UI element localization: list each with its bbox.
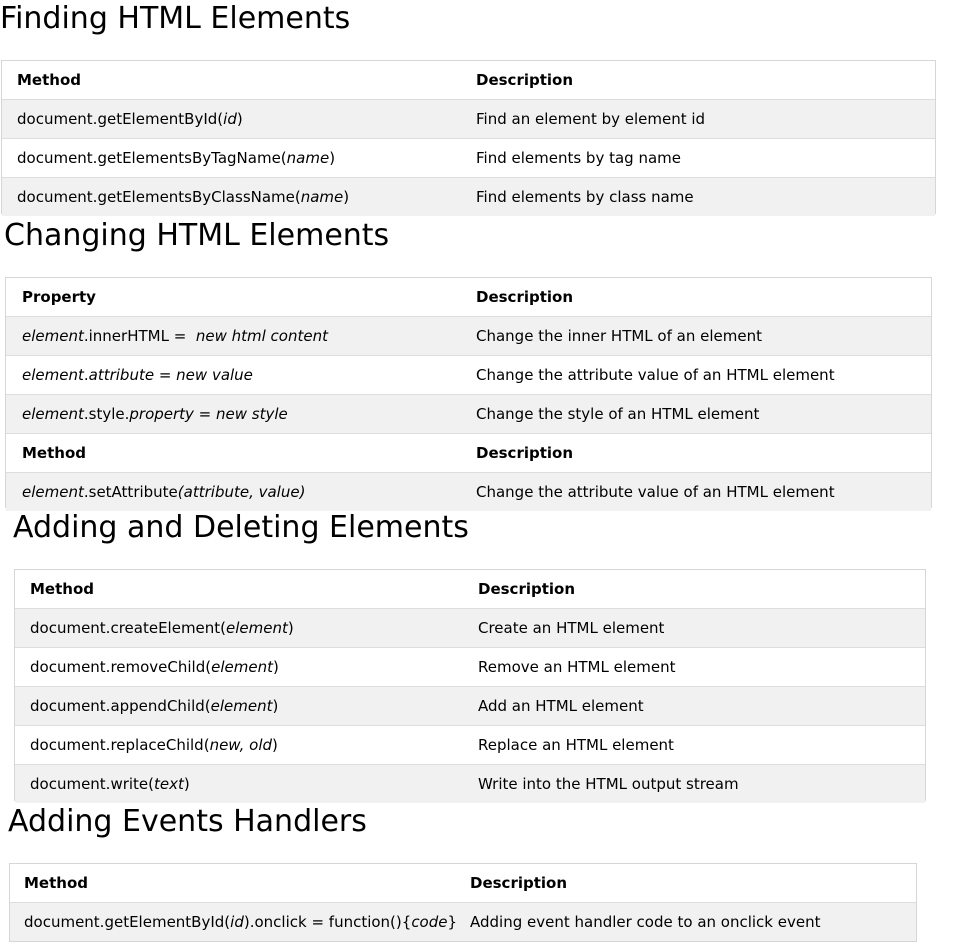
method-cell: document.getElementsByClassName(name) — [17, 188, 350, 206]
table-row: document.replaceChild(new, old) Replace … — [15, 725, 925, 764]
column-header-method: Method — [22, 444, 86, 462]
table-row: document.removeChild(element) Remove an … — [15, 647, 925, 686]
description-cell: Find elements by tag name — [476, 149, 682, 167]
column-header-description: Description — [476, 444, 574, 462]
method-cell: document.getElementsByTagName(name) — [17, 149, 336, 167]
column-header-property: Property — [22, 288, 96, 306]
column-header-method: Method — [24, 874, 88, 892]
method-cell: document.appendChild(element) — [30, 697, 279, 715]
table-header-row: Property Description — [6, 278, 931, 316]
table-row: document.getElementById(id) Find an elem… — [2, 99, 935, 138]
table-row: element. attribute = new value Change the… — [6, 355, 931, 394]
table-row: document.appendChild(element) Add an HTM… — [15, 686, 925, 725]
table-header-row: Method Description — [15, 570, 925, 608]
description-cell: Find an element by element id — [476, 110, 706, 128]
finding-heading: Finding HTML Elements — [0, 1, 351, 36]
description-cell: Adding event handler code to an onclick … — [470, 913, 821, 931]
method-cell: element .setAttribute (attribute, value) — [22, 483, 306, 501]
description-cell: Change the inner HTML of an element — [476, 327, 762, 345]
description-cell: Replace an HTML element — [478, 736, 674, 754]
column-header-description: Description — [476, 288, 574, 306]
events-heading: Adding Events Handlers — [8, 804, 367, 839]
table-row: document.createElement(element) Create a… — [15, 608, 925, 647]
method-cell: document.createElement(element) — [30, 619, 294, 637]
table-header-row: Method Description — [2, 61, 935, 99]
finding-table: Method Description document.getElementBy… — [1, 60, 936, 216]
property-cell: element .innerHTML = new html content — [22, 327, 328, 345]
description-cell: Change the attribute value of an HTML el… — [476, 483, 835, 501]
table-row: document.getElementsByTagName(name) Find… — [2, 138, 935, 177]
changing-heading: Changing HTML Elements — [4, 218, 390, 253]
column-header-description: Description — [476, 71, 574, 89]
description-cell: Create an HTML element — [478, 619, 665, 637]
adding-heading: Adding and Deleting Elements — [13, 510, 469, 545]
method-cell: document.write(text) — [30, 775, 190, 793]
column-header-method: Method — [17, 71, 81, 89]
property-cell: element. attribute = new value — [22, 366, 253, 384]
table-header-row: Method Description — [10, 864, 916, 902]
column-header-method: Method — [30, 580, 94, 598]
table-row: element .style. property = new style Chang… — [6, 394, 931, 433]
method-cell: document.getElementById(id) — [17, 110, 243, 128]
property-cell: element .style. property = new style — [22, 405, 288, 423]
changing-table: Property Description element .innerHTML =… — [5, 277, 932, 511]
description-cell: Change the attribute value of an HTML el… — [476, 366, 835, 384]
table-row: element .innerHTML = new html content Cha… — [6, 316, 931, 355]
description-cell: Remove an HTML element — [478, 658, 676, 676]
table-row: document.getElementById(id).onclick = fu… — [10, 902, 916, 941]
method-cell: document.removeChild(element) — [30, 658, 279, 676]
description-cell: Find elements by class name — [476, 188, 694, 206]
description-cell: Add an HTML element — [478, 697, 644, 715]
adding-table: Method Description document.createElemen… — [14, 569, 926, 803]
method-cell: document.replaceChild(new, old) — [30, 736, 278, 754]
column-header-description: Description — [470, 874, 568, 892]
description-cell: Change the style of an HTML element — [476, 405, 760, 423]
table-row: document.getElementsByClassName(name) Fi… — [2, 177, 935, 216]
method-cell: document.getElementById(id).onclick = fu… — [24, 913, 458, 931]
column-header-description: Description — [478, 580, 576, 598]
events-table: Method Description document.getElementBy… — [9, 863, 917, 942]
table-subheader-row: Method Description — [6, 433, 931, 472]
description-cell: Write into the HTML output stream — [478, 775, 739, 793]
table-row: document.write(text) Write into the HTML… — [15, 764, 925, 803]
table-row: element .setAttribute (attribute, value) C… — [6, 472, 931, 511]
